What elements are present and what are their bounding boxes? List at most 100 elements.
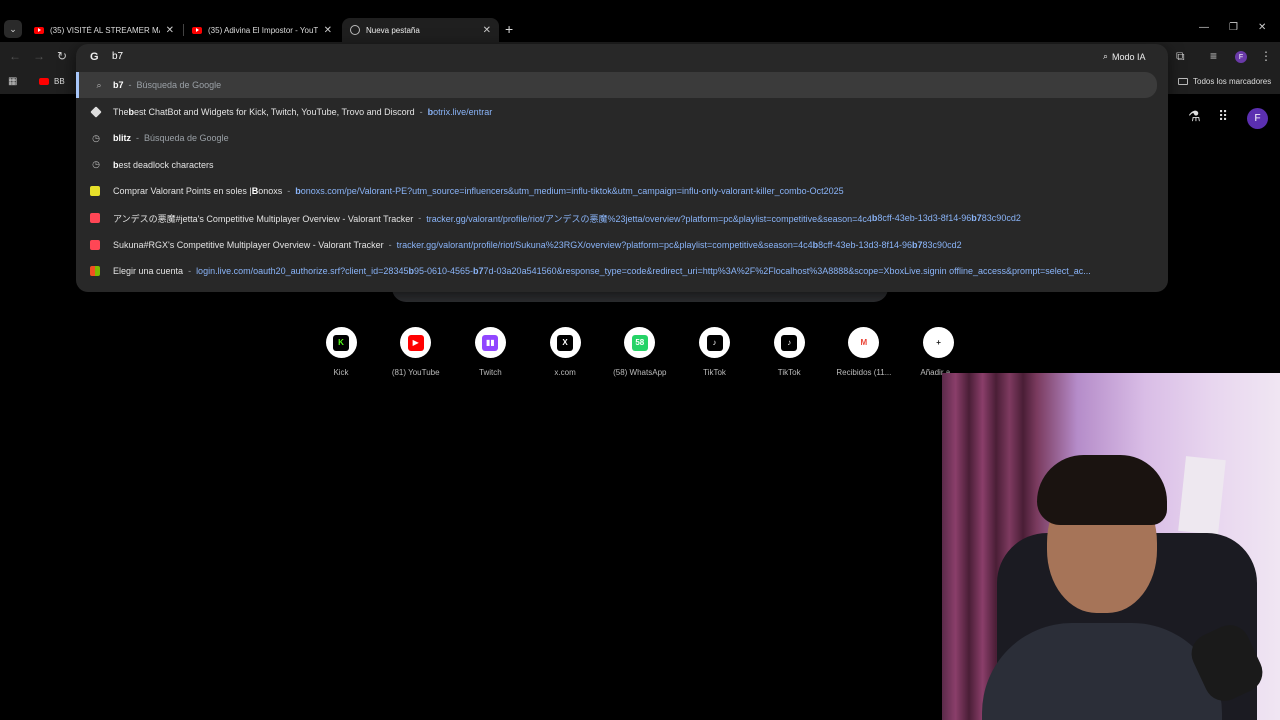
plus-icon: + <box>930 334 947 351</box>
youtube-icon: ▶ <box>407 334 424 351</box>
suggestion-match: b7 <box>113 80 124 90</box>
chrome-icon <box>350 25 360 35</box>
shortcut-icon-circle: ♪ <box>773 327 805 358</box>
menu-icon[interactable]: ⋮ <box>1260 49 1272 63</box>
extensions-icon[interactable]: ⧉ <box>1176 49 1185 64</box>
webcam-overlay <box>942 373 1280 720</box>
shortcut-label: Twitch <box>479 368 502 377</box>
suggestion-separator: - <box>128 80 132 90</box>
gmail-icon: M <box>855 334 872 351</box>
shortcut-tile[interactable]: ▮▮ Twitch <box>460 327 520 377</box>
forward-icon[interactable]: → <box>33 49 45 63</box>
suggestion-url: 83c90cd2 <box>981 213 1021 223</box>
media-controls-icon[interactable]: ≡ <box>1210 49 1217 63</box>
tab-search-button[interactable]: ⌄ <box>4 20 22 38</box>
twitch-icon: ▮▮ <box>482 334 499 351</box>
shortcut-icon-circle: X <box>549 327 581 358</box>
omnibox-dropdown: G b7 ⌕ Modo IA ⌕ b7- Búsqueda de Google The… <box>76 44 1168 292</box>
suggestion-text: est deadlock characters <box>118 159 214 170</box>
tab-title: (35) Adivina El Impostor - YouTube <box>208 25 318 35</box>
omnibox-suggestion[interactable]: アンデスの悪魔#jetta's Competitive Multiplayer … <box>76 205 1168 231</box>
shortcut-label: (81) YouTube <box>391 368 440 377</box>
omnibox-suggestion[interactable]: ⌕ b7- Búsqueda de Google <box>76 72 1157 98</box>
suggestion-url: tracker.gg/valorant/profile/riot/アンデスの悪魔… <box>426 213 872 224</box>
shortcut-label: (58) WhatsApp <box>613 368 667 377</box>
suggestion-text: Sukuna#RGX's Competitive Multiplayer Ove… <box>113 239 384 250</box>
shortcut-tile[interactable]: ♪ TikTok <box>685 327 745 377</box>
streamer-hair <box>1037 455 1167 525</box>
all-bookmarks-button[interactable]: Todos los marcadores <box>1178 77 1271 86</box>
tab-2[interactable]: (35) Adivina El Impostor - YouTube ✕ <box>184 18 340 42</box>
tracker-favicon <box>90 239 100 250</box>
tab-1[interactable]: (35) VISITÉ AL STREAMER MÁS ✕ <box>26 18 182 42</box>
omnibox-suggestion[interactable]: ◷ b est deadlock characters <box>76 152 1168 178</box>
window-close-icon[interactable]: ✕ <box>1258 22 1266 33</box>
minimize-icon[interactable]: — <box>1199 22 1209 33</box>
tracker-favicon <box>90 213 100 223</box>
shortcut-tile[interactable]: Xx.com <box>535 327 595 377</box>
tab-title: Nueva pestaña <box>366 25 420 35</box>
botrix-favicon <box>90 105 102 118</box>
shortcut-tile[interactable]: K Kick <box>311 327 371 377</box>
history-icon: ◷ <box>92 159 100 170</box>
shortcut-label: Kick <box>333 368 349 377</box>
suggestion-separator: - <box>418 213 422 223</box>
tab-3-active[interactable]: Nueva pestaña ✕ <box>342 18 499 42</box>
profile-avatar[interactable]: F <box>1235 51 1247 63</box>
shortcut-label: Recibidos (11... <box>836 368 892 377</box>
omnibox-suggestion[interactable]: Sukuna#RGX's Competitive Multiplayer Ove… <box>76 232 1168 258</box>
suggestion-text: Comprar Valorant Points en soles | <box>113 186 252 197</box>
omnibox-suggestion[interactable]: Elegir una cuenta - login.live.com/oauth20… <box>76 258 1168 284</box>
new-tab-button[interactable]: + <box>505 21 513 37</box>
labs-flask-icon[interactable]: ⚗ <box>1188 108 1201 125</box>
shortcut-icon-circle: M <box>848 327 880 358</box>
close-icon[interactable]: ✕ <box>324 25 332 36</box>
modo-ia-button[interactable]: ⌕ Modo IA <box>1103 51 1146 62</box>
omnibox-suggestion[interactable]: Comprar Valorant Points en soles | Bonox… <box>76 178 1168 204</box>
shortcut-icon-circle: 58 <box>624 327 656 358</box>
suggestion-text: アンデスの悪魔#jetta's Competitive Multiplayer … <box>113 213 414 224</box>
google-apps-icon[interactable]: ⠿ <box>1218 108 1228 125</box>
omnibox[interactable]: G b7 <box>76 44 1168 72</box>
shortcut-icon-circle: ▮▮ <box>474 327 506 358</box>
shortcut-label: TikTok <box>777 368 801 377</box>
ai-search-icon: ⌕ <box>1103 51 1109 61</box>
suggestion-url: onoxs.com/pe/Valorant-PE?utm_source=infl… <box>300 186 844 197</box>
shortcut-tile[interactable]: 58 (58) WhatsApp <box>610 327 670 377</box>
shortcut-icon-circle: ▶ <box>400 327 432 358</box>
shortcut-tile[interactable]: ♪ TikTok <box>759 327 819 377</box>
suggestion-url: tracker.gg/valorant/profile/riot/Sukuna%… <box>396 239 813 250</box>
omnibox-suggestion[interactable]: The b est ChatBot and Widgets for Kick, T… <box>76 99 1168 125</box>
shortcut-tile[interactable]: M Recibidos (11... <box>834 327 894 377</box>
suggestion-match: blitz <box>113 133 131 144</box>
apps-grid-icon[interactable]: ▦ <box>8 76 17 87</box>
tab-strip: ⌄ (35) VISITÉ AL STREAMER MÁS ✕ (35) Adi… <box>0 0 1280 42</box>
suggestion-description: Búsqueda de Google <box>136 80 222 90</box>
tab-title: (35) VISITÉ AL STREAMER MÁS <box>50 25 160 35</box>
shortcut-tile[interactable]: ▶ (81) YouTube <box>386 327 446 377</box>
youtube-icon <box>192 26 202 34</box>
tiktok-icon: ♪ <box>781 334 798 351</box>
omnibox-suggestion[interactable]: ◷ blitz - Búsqueda de Google <box>76 125 1168 151</box>
tiktok-icon: ♪ <box>706 334 723 351</box>
ntp-profile-avatar[interactable]: F <box>1247 108 1268 129</box>
reload-icon[interactable]: ↻ <box>57 49 67 63</box>
all-bookmarks-label: Todos los marcadores <box>1193 77 1272 86</box>
suggestion-separator: - <box>419 106 423 117</box>
wall-poster <box>1178 456 1226 535</box>
maximize-icon[interactable]: ❐ <box>1229 22 1238 33</box>
suggestion-text: The <box>113 106 129 117</box>
shortcut-icon-circle: + <box>923 327 955 358</box>
back-icon[interactable]: ← <box>9 49 21 63</box>
close-icon[interactable]: ✕ <box>483 25 491 36</box>
close-icon[interactable]: ✕ <box>166 25 174 36</box>
suggestion-separator: - <box>188 266 192 277</box>
youtube-icon <box>39 78 49 85</box>
omnibox-input[interactable]: b7 <box>112 51 512 62</box>
bookmark-item[interactable]: BB <box>39 77 65 86</box>
suggestion-separator: - <box>287 186 291 197</box>
suggestion-url-match: b7 <box>912 239 923 250</box>
shortcut-tile[interactable]: + Añadir a... <box>909 327 969 377</box>
x-icon: X <box>557 334 574 351</box>
search-icon: ⌕ <box>96 79 102 90</box>
